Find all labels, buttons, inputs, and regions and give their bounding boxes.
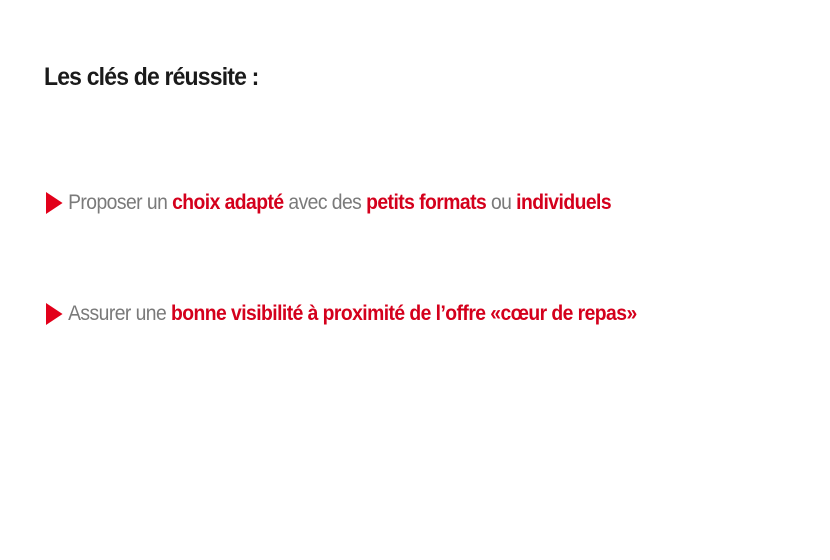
bullet-1-highlight: individuels [516, 191, 612, 214]
bullet-text-2: Assurer une bonne visibilité à proximité… [68, 301, 637, 327]
bullet-1-highlight: petits formats [366, 191, 487, 214]
bullet-2-text: Assurer une [68, 302, 171, 325]
triangle-right-icon [46, 192, 63, 214]
bullet-item-2: Assurer une bonne visibilité à proximité… [46, 301, 637, 327]
bullet-2-highlight: bonne visibilité à proximité de l’offre … [170, 302, 637, 325]
triangle-right-icon [46, 303, 63, 325]
slide-title: Les clés de réussite : [44, 63, 259, 91]
bullet-1-highlight: choix adapté [172, 191, 284, 214]
bullet-text-1: Proposer un choix adapté avec des petits… [68, 190, 611, 216]
bullet-1-text: ou [486, 191, 517, 214]
bullet-1-text: avec des [283, 191, 367, 214]
bullet-1-text: Proposer un [68, 191, 173, 214]
bullet-item-1: Proposer un choix adapté avec des petits… [46, 190, 612, 216]
